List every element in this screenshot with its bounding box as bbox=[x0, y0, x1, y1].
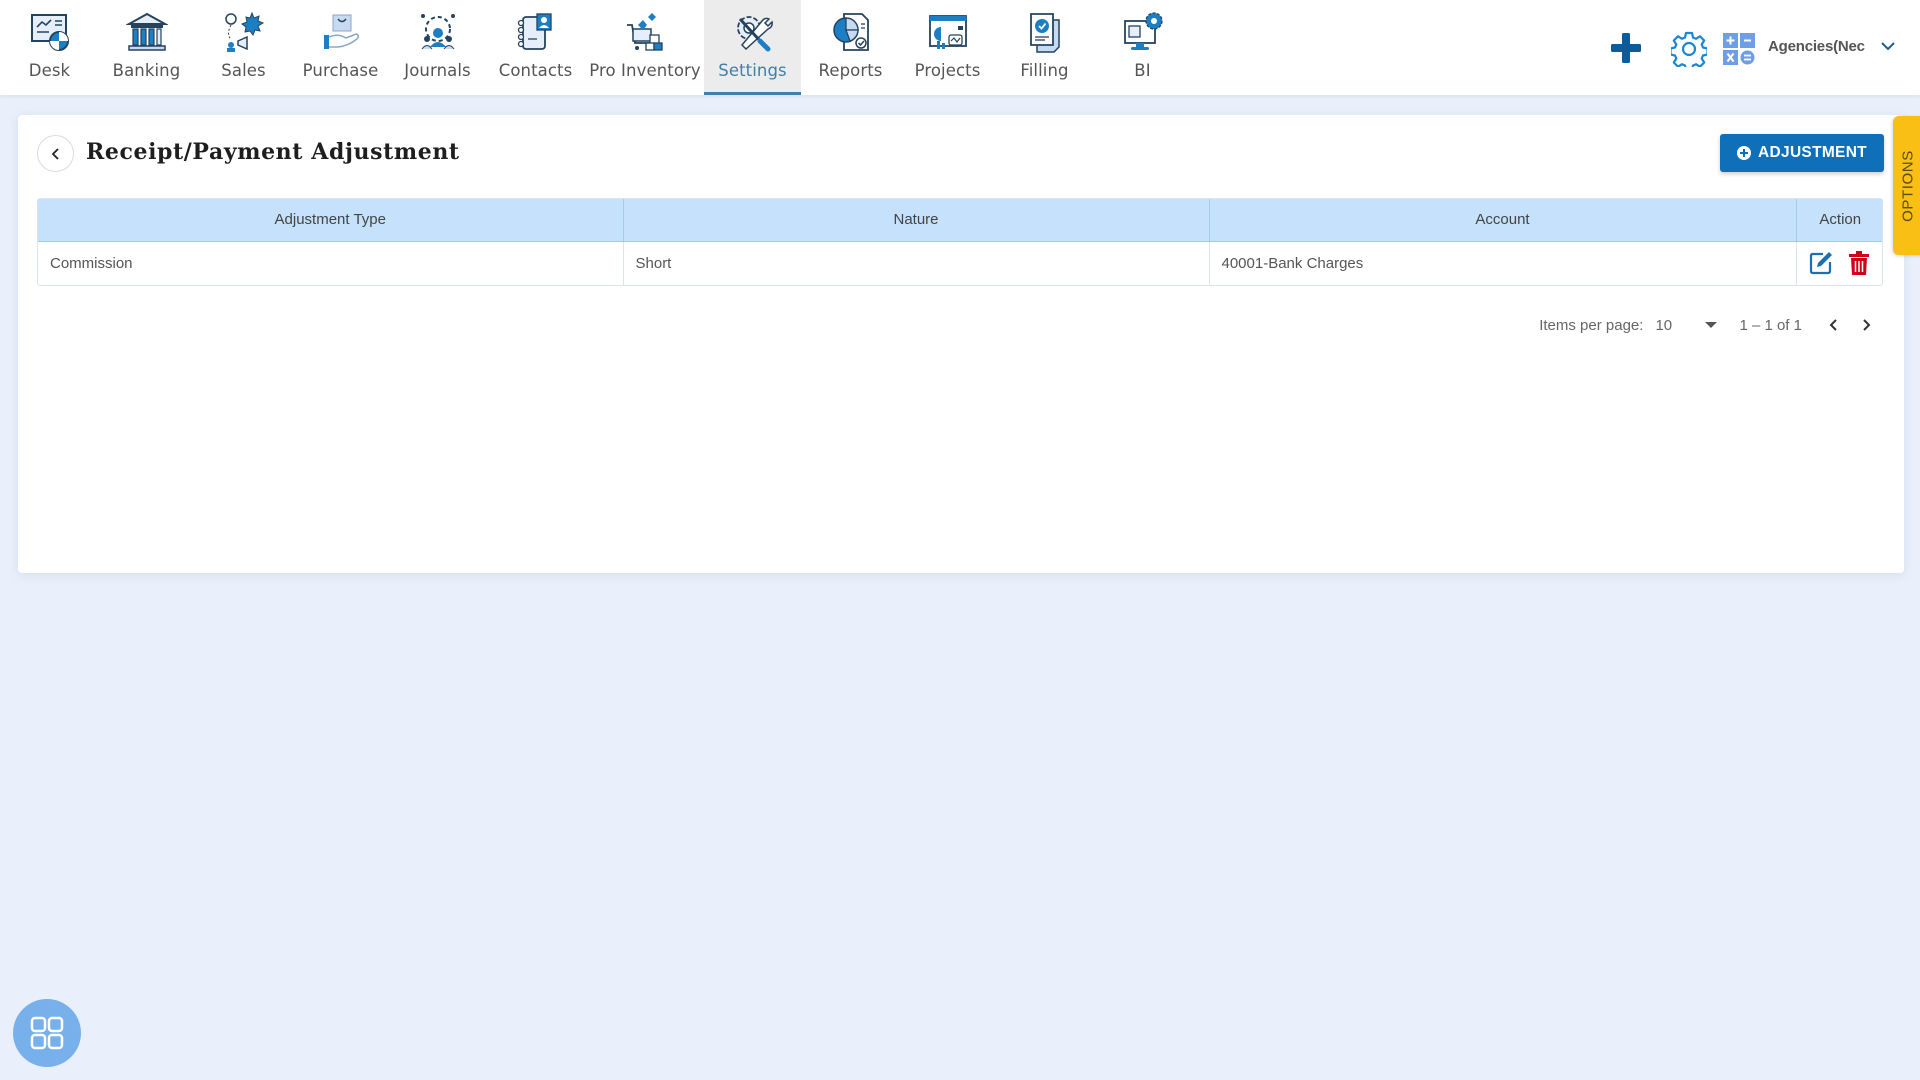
add-adjustment-button[interactable]: ADJUSTMENT bbox=[1720, 134, 1884, 172]
column-header-nature[interactable]: Nature bbox=[623, 199, 1210, 242]
cell-adjustment-type: Commission bbox=[38, 241, 624, 285]
content-card: Receipt/Payment Adjustment ADJUSTMENT Ad… bbox=[18, 115, 1904, 573]
column-header-action: Action bbox=[1796, 199, 1882, 242]
items-per-page-value: 10 bbox=[1655, 316, 1673, 334]
nav-item-reports[interactable]: Reports bbox=[802, 0, 899, 95]
chevron-right-icon bbox=[1863, 319, 1871, 331]
plus-icon bbox=[1611, 33, 1641, 63]
column-header-adjustment-type[interactable]: Adjustment Type bbox=[38, 199, 624, 242]
chevron-down-icon bbox=[1881, 42, 1895, 51]
nav-item-banking[interactable]: Banking bbox=[98, 0, 195, 95]
add-adjustment-label: ADJUSTMENT bbox=[1758, 144, 1867, 161]
nav-item-projects[interactable]: Projects bbox=[899, 0, 996, 95]
nav-item-sales[interactable]: Sales bbox=[195, 0, 292, 95]
cell-account: 40001-Bank Charges bbox=[1209, 241, 1797, 285]
paginator: Items per page: 10 1 – 1 of 1 bbox=[1539, 310, 1882, 340]
delete-button[interactable] bbox=[1846, 250, 1872, 276]
bank-icon bbox=[125, 10, 169, 54]
edit-icon bbox=[1810, 252, 1833, 275]
projects-icon bbox=[926, 10, 970, 54]
next-page-button[interactable] bbox=[1850, 310, 1882, 340]
page-title: Receipt/Payment Adjustment bbox=[86, 139, 460, 165]
top-navigation: Desk Banking Sales Purchase Journals Con… bbox=[0, 0, 1920, 95]
edit-button[interactable] bbox=[1808, 250, 1834, 276]
nav-label: Reports bbox=[818, 61, 883, 80]
previous-page-button[interactable] bbox=[1818, 310, 1850, 340]
add-plus-button[interactable] bbox=[1608, 30, 1644, 66]
plus-circle-icon bbox=[1737, 146, 1752, 160]
grid-icon bbox=[30, 1016, 64, 1050]
items-per-page-label: Items per page: bbox=[1539, 316, 1644, 334]
nav-label: BI bbox=[1134, 61, 1151, 80]
nav-label: Banking bbox=[112, 61, 181, 80]
filing-icon bbox=[1023, 10, 1067, 54]
nav-item-settings[interactable]: Settings bbox=[704, 0, 801, 95]
nav-item-desk[interactable]: Desk bbox=[1, 0, 98, 95]
nav-item-bi[interactable]: BI bbox=[1094, 0, 1191, 95]
nav-label: Settings bbox=[718, 61, 787, 80]
chevron-left-icon bbox=[1829, 319, 1837, 331]
table-row: Commission Short 40001-Bank Charges bbox=[38, 241, 1882, 285]
cell-actions bbox=[1796, 241, 1882, 285]
table-header-row: Adjustment Type Nature Account Action bbox=[38, 199, 1882, 242]
sales-icon bbox=[222, 10, 266, 54]
company-dropdown-toggle[interactable] bbox=[1878, 36, 1898, 56]
settings-button[interactable] bbox=[1669, 31, 1709, 72]
settings-icon bbox=[731, 10, 775, 54]
back-button[interactable] bbox=[37, 135, 74, 172]
nav-label: Sales bbox=[221, 61, 266, 80]
page-range-label: 1 – 1 of 1 bbox=[1739, 316, 1802, 334]
items-per-page-select[interactable]: 10 bbox=[1655, 316, 1718, 334]
nav-label: Journals bbox=[404, 61, 471, 80]
nav-label: Filling bbox=[1020, 61, 1069, 80]
nav-label: Desk bbox=[28, 61, 71, 80]
nav-item-journals[interactable]: Journals bbox=[389, 0, 486, 95]
apps-menu-button[interactable] bbox=[13, 999, 81, 1067]
desk-icon bbox=[28, 10, 72, 54]
options-tab-label: OPTIONS bbox=[1899, 149, 1917, 222]
options-tab[interactable]: OPTIONS bbox=[1893, 116, 1920, 255]
cell-nature: Short bbox=[623, 241, 1210, 285]
inventory-icon bbox=[623, 10, 667, 54]
reports-icon bbox=[829, 10, 873, 54]
nav-label: Projects bbox=[914, 61, 981, 80]
company-selector[interactable]: Agencies(Nec bbox=[1768, 38, 1866, 62]
purchase-icon bbox=[319, 10, 363, 54]
adjustments-table: Adjustment Type Nature Account Action Co… bbox=[37, 198, 1883, 286]
nav-item-pro-inventory[interactable]: Pro Inventory bbox=[589, 0, 701, 95]
nav-label: Contacts bbox=[498, 61, 573, 80]
column-header-account[interactable]: Account bbox=[1209, 199, 1797, 242]
trash-icon bbox=[1849, 251, 1870, 276]
calculator-icon bbox=[1723, 33, 1755, 65]
chevron-left-icon bbox=[51, 147, 59, 160]
nav-item-purchase[interactable]: Purchase bbox=[292, 0, 389, 95]
bi-icon bbox=[1121, 10, 1165, 54]
journals-icon bbox=[416, 10, 460, 54]
calculator-button[interactable] bbox=[1723, 33, 1755, 65]
caret-down-icon bbox=[1705, 322, 1718, 328]
contacts-icon bbox=[514, 10, 558, 54]
nav-label: Purchase bbox=[302, 61, 379, 80]
nav-label: Pro Inventory bbox=[589, 61, 701, 80]
nav-item-filling[interactable]: Filling bbox=[996, 0, 1093, 95]
nav-item-contacts[interactable]: Contacts bbox=[487, 0, 584, 95]
gear-icon bbox=[1669, 31, 1709, 72]
